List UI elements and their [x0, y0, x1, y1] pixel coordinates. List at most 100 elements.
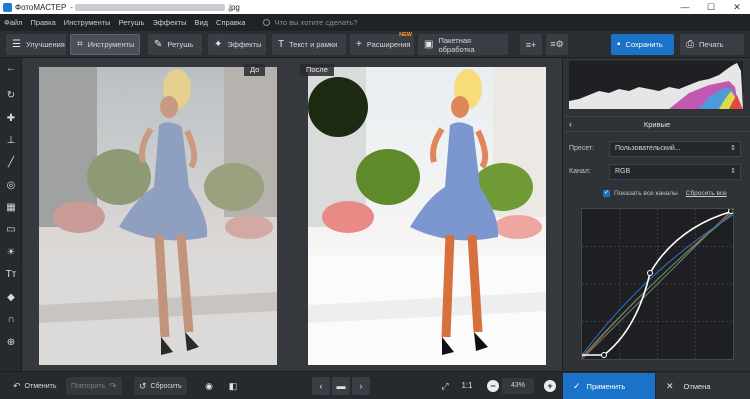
batch-processing-button[interactable]: ▣ Пакетная обработка: [418, 34, 508, 55]
magnet-icon[interactable]: ∩: [0, 311, 22, 329]
list-settings-icon: ≡⚙: [550, 39, 564, 49]
curves-header: ‹ Кривые: [563, 116, 750, 132]
photomaster-window: ФотоМАСТЕР - .jpg — ☐ ✕ Файл Правка Инст…: [0, 0, 750, 399]
reset-all-link[interactable]: Сбросить все: [686, 190, 727, 197]
zoom-value[interactable]: 43%: [502, 378, 534, 394]
preset-value: Пользовательский...: [615, 145, 681, 152]
print-button[interactable]: ⎙ Печать: [680, 34, 744, 55]
updown-icon: ⇕: [730, 145, 736, 152]
curves-editor[interactable]: [581, 208, 734, 360]
show-all-channels: ✓ Показать все каналы Сбросить все: [603, 190, 727, 197]
chevron-left-icon[interactable]: ‹: [312, 377, 330, 395]
cancel-button[interactable]: ✕ Отмена: [656, 373, 750, 399]
tab-tools-label: Инструменты: [87, 40, 135, 49]
globe-icon[interactable]: ⊕: [0, 334, 22, 352]
menu-retouch[interactable]: Ретушь: [119, 18, 145, 27]
minimize-button[interactable]: —: [672, 0, 698, 14]
sliders-icon: ☰: [12, 39, 21, 50]
tab-effects[interactable]: ✦ Эффекты: [208, 34, 266, 55]
check-icon: ✓: [573, 380, 581, 391]
chevron-right-icon[interactable]: ›: [352, 377, 370, 395]
image-canvas: До После: [22, 58, 562, 371]
search-icon: [263, 19, 271, 26]
menu-help[interactable]: Справка: [216, 18, 245, 27]
fit-screen-icon[interactable]: ⤢: [436, 377, 454, 395]
menu-view[interactable]: Вид: [194, 18, 208, 27]
tab-retouch[interactable]: ✎ Ретушь: [148, 34, 202, 55]
text-tool-icon[interactable]: Tт: [0, 266, 22, 284]
menu-edit[interactable]: Правка: [30, 18, 55, 27]
curves-graph: [581, 208, 734, 360]
healing-brush-icon[interactable]: ✚: [0, 110, 22, 128]
channel-row: Канал: RGB ⇕: [569, 164, 745, 180]
tab-tools[interactable]: ⌗ Инструменты: [70, 34, 140, 55]
fill-icon[interactable]: ◆: [0, 289, 22, 307]
search-placeholder: Что вы хотите сделать?: [274, 18, 358, 27]
history-button[interactable]: ≡⚙: [546, 34, 568, 55]
menu-search[interactable]: Что вы хотите сделать?: [263, 18, 357, 27]
text-icon: T: [278, 39, 285, 50]
light-icon[interactable]: ☀: [0, 244, 22, 262]
reset-button[interactable]: ↺ Сбросить: [134, 377, 187, 395]
channel-label: Канал:: [569, 168, 591, 175]
tool-rail: ← ↻ ✚ ⊥ ╱ ◎ ▦ ▭ ☀ Tт ◆ ∩ ⊕: [0, 58, 22, 371]
floppy-icon: ▪: [617, 39, 621, 50]
curves-panel: ‹ Кривые Пресет: Пользовательский... ⇕ К…: [562, 58, 750, 371]
tab-extensions[interactable]: + Расширения NEW: [350, 32, 414, 55]
app-title: ФотоМАСТЕР: [15, 2, 67, 12]
gradient-icon[interactable]: ▦: [0, 199, 22, 217]
redo-button[interactable]: Повторить ↷: [66, 377, 122, 395]
histogram: [569, 61, 743, 109]
show-channels-label: Показать все каналы: [614, 190, 678, 197]
print-label: Печать: [699, 40, 724, 49]
chevron-left-icon[interactable]: ‹: [569, 117, 572, 132]
tab-text-frames[interactable]: T Текст и рамки: [272, 34, 346, 55]
undo-label: Отменить: [24, 382, 57, 390]
filename-suffix: .jpg: [226, 2, 240, 12]
batch-icon: ▣: [424, 39, 434, 50]
save-button[interactable]: ▪ Сохранить: [611, 34, 674, 55]
zoom-actual-button[interactable]: 1:1: [458, 377, 476, 395]
brush-icon: ✎: [154, 39, 163, 50]
radial-filter-icon[interactable]: ◎: [0, 177, 22, 195]
printer-icon: ⎙: [686, 39, 694, 50]
stamp-icon[interactable]: ⊥: [0, 132, 22, 150]
eye-icon[interactable]: ◉: [200, 377, 218, 395]
back-arrow-icon[interactable]: ←: [0, 60, 22, 78]
vignette-icon[interactable]: ▭: [0, 221, 22, 239]
menu-file[interactable]: Файл: [4, 18, 22, 27]
after-photo: [308, 67, 546, 365]
tab-text-label: Текст и рамки: [289, 40, 338, 49]
menu-tools[interactable]: Инструменты: [64, 18, 111, 27]
channel-value: RGB: [615, 168, 631, 175]
compare-split-icon[interactable]: ◧: [224, 377, 242, 395]
plus-icon: +: [356, 39, 362, 50]
main-toolbar: ☰ Улучшения ⌗ Инструменты ✎ Ретушь ✦ Эфф…: [0, 31, 750, 58]
preset-select[interactable]: Пользовательский... ⇕: [609, 141, 741, 157]
folder-icon[interactable]: ▬: [332, 377, 350, 395]
list-add-icon: ≡+: [525, 39, 537, 50]
after-label: После: [300, 64, 334, 76]
channel-select[interactable]: RGB ⇕: [609, 164, 741, 180]
tab-retouch-label: Ретушь: [167, 40, 194, 49]
new-badge: NEW: [399, 32, 412, 38]
maximize-button[interactable]: ☐: [698, 0, 724, 14]
redo-icon: ↷: [109, 380, 117, 391]
close-x-icon: ✕: [666, 380, 674, 391]
preset-label: Пресет:: [569, 145, 595, 152]
add-layer-button[interactable]: ≡+: [520, 34, 542, 55]
filename-prefix: -: [70, 2, 73, 12]
apply-button[interactable]: ✓ Применить: [563, 373, 655, 399]
zoom-out-icon[interactable]: −: [487, 380, 499, 392]
menu-effects[interactable]: Эффекты: [152, 18, 186, 27]
tab-enhance[interactable]: ☰ Улучшения: [6, 34, 66, 55]
brush-tool-icon[interactable]: ╱: [0, 154, 22, 172]
rotate-icon[interactable]: ↻: [0, 87, 22, 105]
checkbox-checked[interactable]: ✓: [603, 190, 610, 197]
reset-label: Сбросить: [150, 382, 182, 390]
undo-button[interactable]: ↶ Отменить: [8, 377, 62, 395]
zoom-in-icon[interactable]: +: [544, 380, 556, 392]
updown-icon: ⇕: [730, 168, 736, 175]
batch-label: Пакетная обработка: [438, 35, 475, 54]
close-button[interactable]: ✕: [724, 0, 750, 14]
